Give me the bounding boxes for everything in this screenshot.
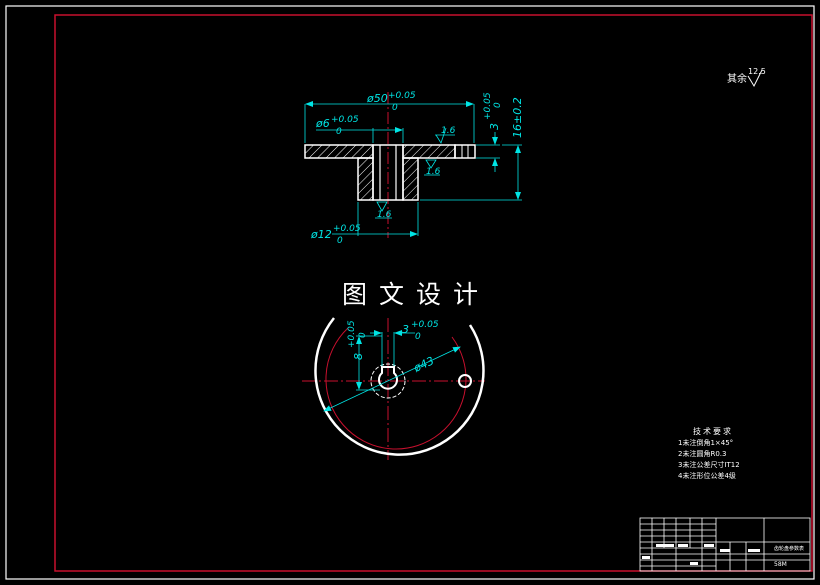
dim-bore-diameter-base: ø6: [315, 117, 330, 130]
dim-keyway-depth-lower: 0: [358, 332, 368, 338]
surface-note-label: 其余: [727, 72, 747, 85]
dim-bore-diameter-lower: 0: [336, 127, 342, 137]
dim-hub-diameter-base: ø12: [310, 228, 332, 241]
dim-keyway-depth-base: 8: [352, 353, 365, 360]
section-view: ø50 +0.05 0 ø6 +0.05 0 1.6 1.6 1.6 ø12 +…: [304, 91, 524, 246]
dim-bore-diameter-upper: +0.05: [331, 115, 359, 125]
roughness-mid-value: 1.6: [426, 167, 441, 177]
dim-hub-diameter-lower: 0: [337, 236, 343, 246]
dim-hub-diameter-upper: +0.05: [333, 224, 361, 234]
tech-requirements: 技术要求 1未注倒角1×45° 2未注圆角R0.3 3未注公差尺寸IT12 4未…: [678, 426, 740, 480]
surface-note-roughness: 12.5: [748, 67, 766, 76]
dim-flange-thickness-base: 3: [488, 123, 501, 130]
dim-flange-thickness-upper: +0.05: [483, 92, 493, 120]
roughness-top: 1.6: [435, 126, 456, 144]
dim-outer-diameter-lower: 0: [392, 103, 398, 113]
plan-view: 8 +0.05 0 3 +0.05 0 ø43: [302, 317, 485, 460]
dim-total-height: 16±0.2: [511, 97, 524, 138]
dim-keyway-width-base: 3: [402, 323, 409, 336]
roughness-bottom: 1.6: [375, 201, 392, 220]
roughness-top-value: 1.6: [441, 126, 456, 136]
hub-left-section: [357, 157, 374, 201]
dim-keyway-width-upper: +0.05: [411, 320, 439, 330]
dim-bolt-circle: ø43: [411, 354, 436, 375]
watermark-text: 图文设计: [342, 280, 490, 309]
title-block-part-name: 齿轮盘参数表: [774, 545, 804, 552]
roughness-mid: 1.6: [424, 159, 441, 177]
cad-drawing-canvas: 其余 12.5 ø50 +0.05 0 ø6 +0.05 0 1.6 1.6 1…: [5, 5, 815, 580]
title-block-drawing-no: 58M: [774, 561, 787, 568]
hub-right-section: [402, 157, 419, 201]
dim-keyway-width-lower: 0: [415, 332, 421, 342]
dim-outer-diameter-upper: +0.05: [388, 91, 416, 101]
tech-requirements-title: 技术要求: [693, 426, 733, 436]
dim-outer-diameter-base: ø50: [366, 92, 388, 105]
outer-rim-arc: [314, 317, 485, 456]
surface-finish-note: 其余 12.5: [727, 67, 766, 88]
roughness-bottom-value: 1.6: [377, 210, 392, 220]
dim-keyway-depth-upper: +0.05: [347, 320, 357, 348]
tech-requirement-item: 1未注倒角1×45°: [678, 438, 733, 447]
flange-left-section: [304, 144, 374, 159]
tech-requirement-item: 4未注形位公差4级: [678, 471, 736, 480]
dim-flange-thickness-lower: 0: [493, 102, 503, 108]
flange-right-section: [402, 144, 456, 159]
tech-requirement-item: 2未注圆角R0.3: [678, 449, 726, 458]
tech-requirement-item: 3未注公差尺寸IT12: [678, 460, 740, 469]
flange-hole: [454, 144, 476, 159]
